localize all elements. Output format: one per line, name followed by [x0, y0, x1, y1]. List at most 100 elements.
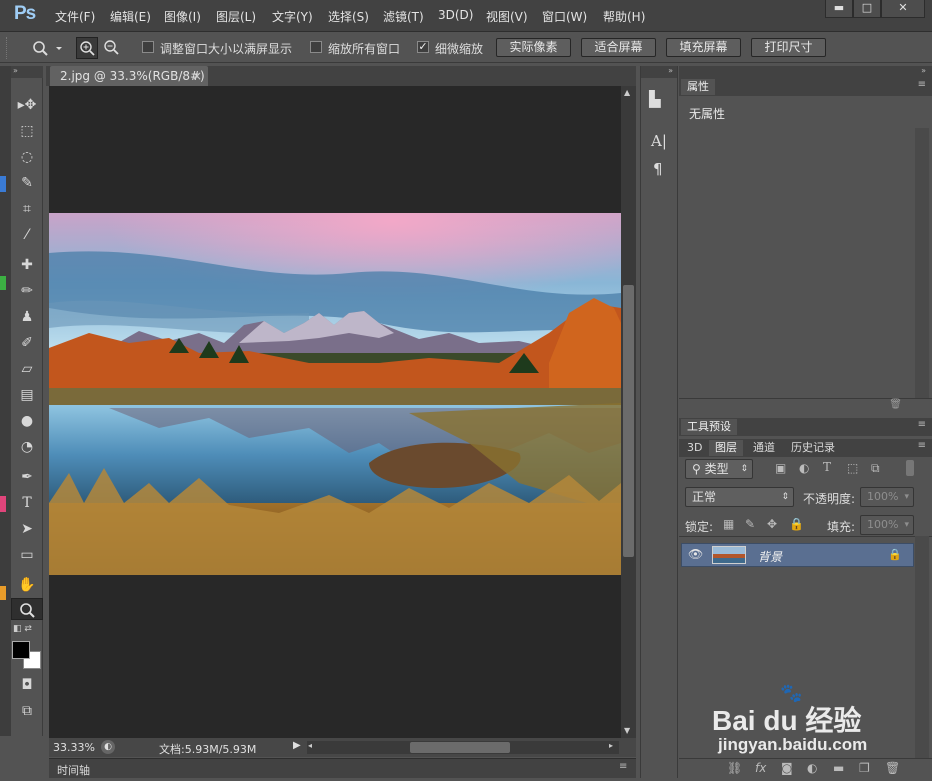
history-brush-tool-icon[interactable]: ✐	[11, 332, 43, 354]
visibility-eye-icon[interactable]: 👁	[688, 547, 703, 561]
zoom-tool-icon[interactable]	[11, 598, 43, 620]
status-info-icon[interactable]: ◐	[101, 740, 115, 754]
eyedropper-tool-icon[interactable]: ⁄	[11, 224, 43, 246]
scroll-left-arrow-icon[interactable]: ◂	[308, 741, 312, 750]
zoom-level[interactable]: 33.33%	[53, 741, 95, 754]
menu-image[interactable]: 图像(I)	[164, 8, 201, 25]
paragraph-panel-icon[interactable]: ¶	[653, 160, 663, 178]
new-group-icon[interactable]: ▬	[833, 761, 844, 775]
opacity-input[interactable]: 100% ▾	[860, 487, 914, 507]
close-tab-icon[interactable]: ×	[192, 66, 202, 86]
maximize-button[interactable]: □	[853, 0, 881, 18]
crop-tool-icon[interactable]: ⌗	[11, 198, 43, 220]
marquee-tool-icon[interactable]: ⬚	[11, 120, 43, 142]
vertical-scroll-thumb[interactable]	[623, 285, 634, 557]
pen-tool-icon[interactable]: ✒	[11, 466, 43, 488]
scroll-up-arrow-icon[interactable]: ▲	[624, 88, 630, 97]
path-selection-tool-icon[interactable]: ➤	[11, 518, 43, 540]
brush-tool-icon[interactable]: ✏	[11, 280, 43, 302]
menu-file[interactable]: 文件(F)	[55, 8, 95, 25]
resize-windows-checkbox[interactable]	[142, 41, 154, 53]
tool-presets-menu-icon[interactable]: ≡	[918, 419, 926, 430]
filter-smart-object-icon[interactable]: ⧉	[871, 461, 880, 476]
horizontal-scrollbar[interactable]: ◂ ▸	[307, 741, 619, 754]
menu-window[interactable]: 窗口(W)	[542, 8, 587, 25]
character-panel-icon[interactable]: A|	[651, 132, 667, 150]
clone-stamp-tool-icon[interactable]: ♟	[11, 306, 43, 328]
hand-tool-icon[interactable]: ✋	[11, 574, 43, 596]
adjustment-layer-icon[interactable]: ◐	[807, 761, 817, 775]
delete-layer-icon[interactable]: 🗑	[885, 761, 900, 775]
blur-tool-icon[interactable]: ●	[11, 410, 43, 432]
tab-3d[interactable]: 3D	[681, 440, 708, 456]
gradient-tool-icon[interactable]: ▤	[11, 384, 43, 406]
type-tool-icon[interactable]: T	[11, 492, 43, 514]
tab-channels[interactable]: 通道	[747, 440, 781, 456]
filter-toggle-switch[interactable]	[906, 460, 914, 476]
menu-3d[interactable]: 3D(D)	[438, 8, 473, 22]
dodge-tool-icon[interactable]: ◔	[11, 436, 43, 458]
tab-layers[interactable]: 图层	[709, 440, 743, 456]
link-layers-icon[interactable]: ⛓	[727, 761, 742, 775]
minimize-button[interactable]: ▬	[825, 0, 853, 18]
eraser-tool-icon[interactable]: ▱	[11, 358, 43, 380]
layers-menu-icon[interactable]: ≡	[918, 440, 926, 451]
scroll-down-arrow-icon[interactable]: ▼	[624, 726, 630, 735]
rectangle-tool-icon[interactable]: ▭	[11, 544, 43, 566]
menu-select[interactable]: 选择(S)	[328, 8, 369, 25]
panel-menu-icon[interactable]: ≡	[619, 761, 627, 772]
filter-shape-icon[interactable]: ⬚	[847, 461, 858, 475]
menu-view[interactable]: 视图(V)	[486, 8, 528, 25]
menu-type[interactable]: 文字(Y)	[272, 8, 313, 25]
canvas-image[interactable]	[49, 213, 621, 575]
filter-adjustment-icon[interactable]: ◐	[799, 461, 809, 475]
menu-help[interactable]: 帮助(H)	[603, 8, 645, 25]
healing-brush-tool-icon[interactable]: ✚	[11, 254, 43, 276]
zoom-all-windows-checkbox[interactable]	[310, 41, 322, 53]
default-colors-icon[interactable]: ◧ ⇄	[13, 624, 32, 634]
menu-edit[interactable]: 编辑(E)	[110, 8, 151, 25]
foreground-color-swatch[interactable]	[12, 641, 30, 659]
filter-type-icon[interactable]: T	[823, 460, 831, 474]
fx-icon[interactable]: fx	[755, 761, 766, 775]
menu-layer[interactable]: 图层(L)	[216, 8, 256, 25]
scrubby-zoom-checkbox[interactable]: ✓	[417, 41, 429, 53]
tool-presets-tab[interactable]: 工具预设	[681, 419, 737, 435]
lock-transparent-pixels-icon[interactable]: ▦	[723, 517, 734, 531]
scroll-right-arrow-icon[interactable]: ▸	[609, 741, 613, 750]
lock-position-icon[interactable]: ✥	[767, 517, 777, 531]
document-tab[interactable]: 2.jpg @ 33.3%(RGB/8#) ×	[50, 66, 208, 86]
dock-collapse-icon[interactable]: »	[679, 66, 932, 78]
close-button[interactable]: ✕	[881, 0, 925, 18]
add-mask-icon[interactable]: ◙	[781, 761, 793, 775]
zoom-tool-preset[interactable]	[30, 38, 66, 58]
layer-name[interactable]: 背景	[758, 548, 782, 565]
zoom-out-button[interactable]	[101, 37, 123, 59]
blend-mode-select[interactable]: 正常 ⇕	[685, 487, 794, 507]
tab-history[interactable]: 历史记录	[785, 440, 841, 456]
properties-tab[interactable]: 属性	[681, 79, 715, 95]
tool-presets-icon[interactable]: ▙	[649, 90, 661, 108]
layer-filter-select[interactable]: ⚲ 类型 ⇕	[685, 459, 753, 479]
properties-menu-icon[interactable]: ≡	[918, 79, 926, 90]
lock-image-pixels-icon[interactable]: ✎	[745, 517, 755, 531]
properties-trash-icon[interactable]: 🗑	[679, 398, 932, 412]
actual-pixels-button[interactable]: 实际像素	[496, 38, 571, 57]
menu-filter[interactable]: 滤镜(T)	[383, 8, 424, 25]
move-tool-icon[interactable]: ▸✥	[11, 94, 43, 116]
screen-mode-icon[interactable]: ⧉	[11, 700, 43, 722]
lock-all-icon[interactable]: 🔒	[789, 517, 804, 531]
quick-selection-tool-icon[interactable]: ✎	[11, 172, 43, 194]
status-menu-arrow-icon[interactable]: ▶	[293, 740, 301, 751]
layer-row[interactable]: 👁 背景 🔒	[681, 543, 914, 567]
fill-input[interactable]: 100% ▾	[860, 515, 914, 535]
layers-scrollbar[interactable]	[915, 536, 929, 758]
fill-screen-button[interactable]: 填充屏幕	[666, 38, 741, 57]
lasso-tool-icon[interactable]: ◌	[11, 146, 43, 168]
collapse-icon[interactable]: »	[11, 66, 43, 78]
properties-scrollbar[interactable]	[915, 128, 929, 398]
horizontal-scroll-thumb[interactable]	[410, 742, 510, 753]
fit-screen-button[interactable]: 适合屏幕	[581, 38, 656, 57]
zoom-in-button[interactable]	[76, 37, 98, 59]
timeline-tab[interactable]: 时间轴	[57, 762, 90, 778]
